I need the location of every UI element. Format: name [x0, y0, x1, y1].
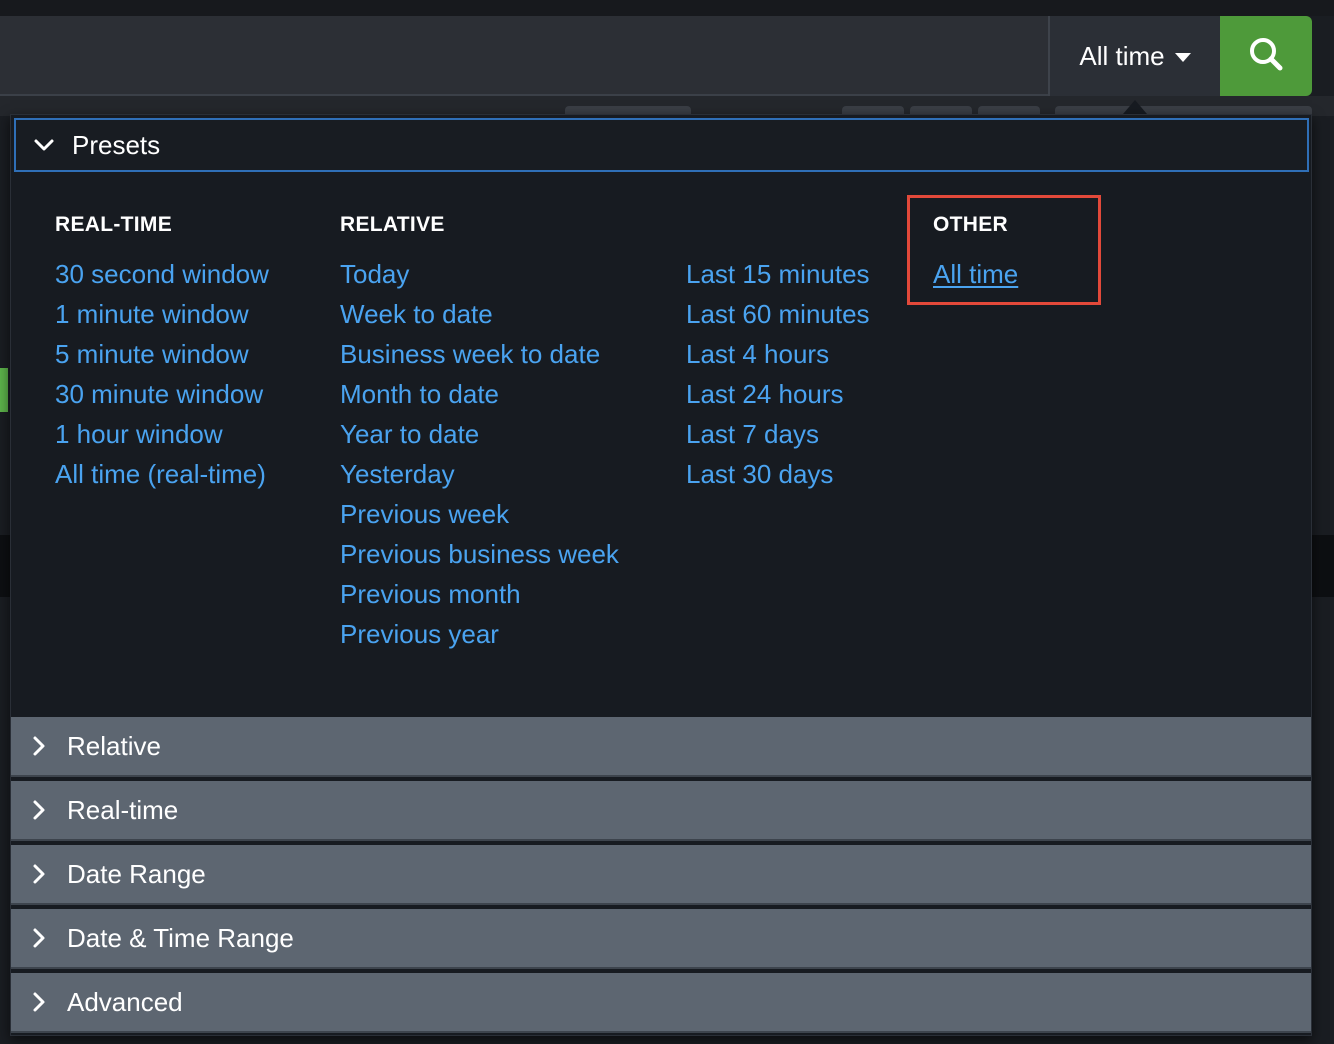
preset-previous-year[interactable]: Previous year	[340, 619, 499, 650]
search-input[interactable]	[0, 16, 1050, 96]
preset-yesterday[interactable]: Yesterday	[340, 459, 455, 490]
accordion-label: Real-time	[67, 794, 179, 825]
preset-30-minute-window[interactable]: 30 minute window	[55, 379, 263, 410]
accordion-date-time-range[interactable]: Date & Time Range	[11, 909, 1311, 969]
other-highlight-box	[907, 195, 1101, 305]
caret-down-icon	[1174, 52, 1191, 62]
preset-1-hour-window[interactable]: 1 hour window	[55, 419, 223, 450]
realtime-column-title: REAL-TIME	[55, 213, 173, 236]
preset-1-minute-window[interactable]: 1 minute window	[55, 299, 249, 330]
chevron-right-icon	[11, 735, 67, 757]
accordion-label: Date & Time Range	[67, 922, 294, 953]
chevron-right-icon	[11, 863, 67, 885]
preset-all-time-realtime[interactable]: All time (real-time)	[55, 459, 266, 490]
preset-last-60-minutes[interactable]: Last 60 minutes	[686, 299, 870, 330]
preset-last-4-hours[interactable]: Last 4 hours	[686, 339, 829, 370]
time-range-label: All time	[1079, 40, 1165, 71]
relative-column-title: RELATIVE	[340, 213, 445, 236]
accordion-label: Advanced	[67, 986, 183, 1017]
accordion-label: Date Range	[67, 858, 206, 889]
preset-today[interactable]: Today	[340, 259, 409, 290]
search-button[interactable]	[1220, 16, 1312, 96]
presets-label: Presets	[72, 129, 161, 160]
preset-30-second-window[interactable]: 30 second window	[55, 259, 269, 290]
popup-pointer	[1123, 100, 1147, 114]
preset-business-week-to-date[interactable]: Business week to date	[340, 339, 600, 370]
preset-last-15-minutes[interactable]: Last 15 minutes	[686, 259, 870, 290]
preset-last-24-hours[interactable]: Last 24 hours	[686, 379, 844, 410]
accordion-relative[interactable]: Relative	[11, 717, 1311, 777]
preset-last-7-days[interactable]: Last 7 days	[686, 419, 819, 450]
background-indicator	[0, 368, 8, 412]
time-range-picker-button[interactable]: All time	[1048, 16, 1220, 96]
accordion-date-range[interactable]: Date Range	[11, 845, 1311, 905]
preset-last-30-days[interactable]: Last 30 days	[686, 459, 833, 490]
chevron-down-icon	[16, 138, 72, 152]
preset-week-to-date[interactable]: Week to date	[340, 299, 493, 330]
preset-5-minute-window[interactable]: 5 minute window	[55, 339, 249, 370]
preset-month-to-date[interactable]: Month to date	[340, 379, 499, 410]
time-range-popup: Presets REAL-TIME RELATIVE OTHER 30 seco…	[10, 114, 1312, 1036]
accordion-real-time[interactable]: Real-time	[11, 781, 1311, 841]
search-icon	[1246, 34, 1286, 79]
preset-year-to-date[interactable]: Year to date	[340, 419, 479, 450]
accordion-label: Relative	[67, 730, 161, 761]
presets-accordion-header[interactable]: Presets	[14, 118, 1309, 172]
accordion-advanced[interactable]: Advanced	[11, 973, 1311, 1033]
preset-previous-month[interactable]: Previous month	[340, 579, 521, 610]
chevron-right-icon	[11, 799, 67, 821]
preset-previous-business-week[interactable]: Previous business week	[340, 539, 619, 570]
top-bar	[0, 0, 1334, 16]
chevron-right-icon	[11, 991, 67, 1013]
preset-previous-week[interactable]: Previous week	[340, 499, 509, 530]
search-page: All time Presets REAL-TIME RELATIVE OTHE…	[0, 0, 1334, 1044]
chevron-right-icon	[11, 927, 67, 949]
